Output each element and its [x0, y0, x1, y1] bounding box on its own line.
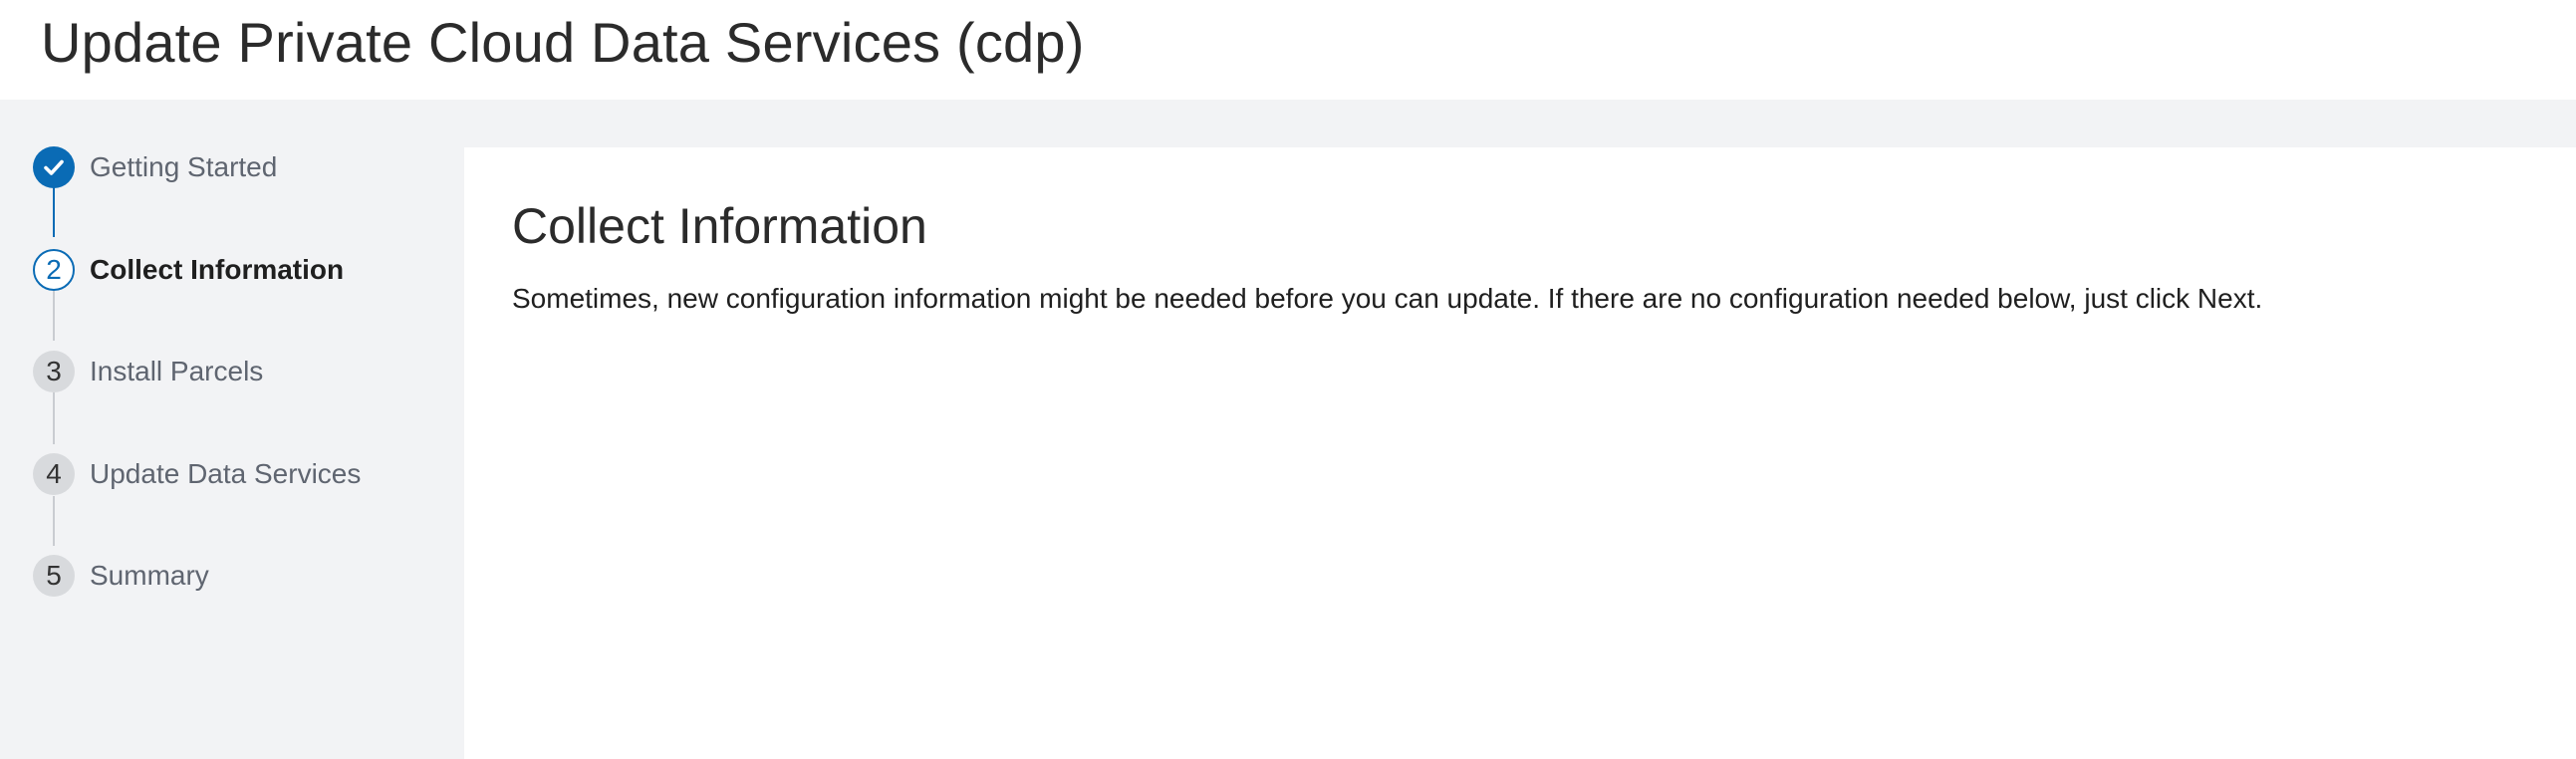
- step-number-badge: 2: [33, 249, 75, 291]
- check-icon: [33, 146, 75, 188]
- step-connector: [53, 496, 55, 546]
- step-label: Summary: [90, 560, 209, 591]
- wizard-steps-sidebar: Getting Started 2 Collect Information 3 …: [0, 100, 464, 759]
- step-label: Collect Information: [90, 254, 345, 285]
- section-description: Sometimes, new configuration information…: [512, 283, 2263, 314]
- section-title: Collect Information: [512, 198, 927, 254]
- step-number-badge: 5: [33, 555, 75, 597]
- step-number-badge: 3: [33, 351, 75, 392]
- step-connector: [53, 187, 55, 237]
- step-connector: [53, 392, 55, 444]
- wizard-body: Getting Started 2 Collect Information 3 …: [0, 100, 2576, 759]
- page-header: Update Private Cloud Data Services (cdp): [0, 0, 2576, 100]
- content-panel: Collect Information Sometimes, new confi…: [464, 147, 2576, 759]
- step-label: Update Data Services: [90, 458, 362, 489]
- step-install-parcels[interactable]: 3 Install Parcels: [33, 351, 263, 392]
- step-getting-started[interactable]: Getting Started: [33, 146, 277, 188]
- step-update-data-services[interactable]: 4 Update Data Services: [33, 453, 361, 495]
- step-number-badge: 4: [33, 453, 75, 495]
- page-title: Update Private Cloud Data Services (cdp): [41, 11, 1085, 74]
- step-label: Getting Started: [90, 151, 278, 182]
- step-summary[interactable]: 5 Summary: [33, 555, 209, 597]
- step-label: Install Parcels: [90, 356, 264, 386]
- step-collect-information[interactable]: 2 Collect Information: [33, 249, 344, 291]
- step-connector: [53, 291, 55, 341]
